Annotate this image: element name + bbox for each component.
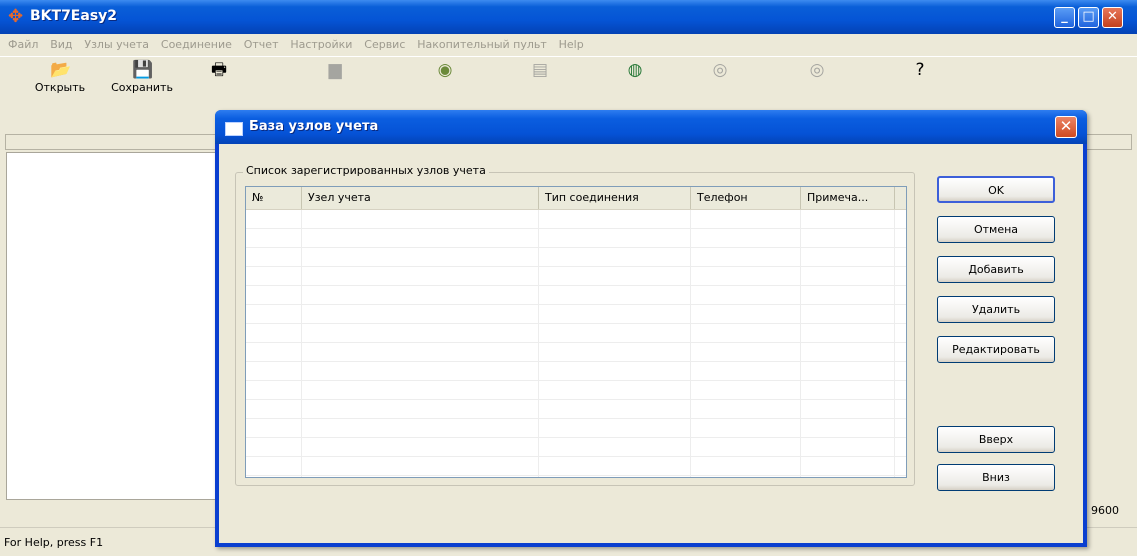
column-header-phone[interactable]: Телефон	[691, 187, 801, 209]
menu-item-file[interactable]: Файл	[8, 34, 38, 56]
report-icon: ▤	[531, 60, 549, 80]
edit-button[interactable]: Редактировать	[937, 336, 1055, 363]
left-pane	[6, 152, 220, 500]
floppy-disk-icon: 💾	[132, 60, 154, 80]
search-button[interactable]: ◍	[620, 61, 650, 79]
menu-item-help[interactable]: Help	[559, 34, 584, 56]
dialog-window-icon	[225, 122, 243, 136]
column-header-note[interactable]: Примеча...	[801, 187, 895, 209]
dialog-title: База узлов учета	[249, 119, 379, 134]
minimize-button[interactable]: _	[1054, 7, 1075, 28]
menu-item-view[interactable]: Вид	[50, 34, 72, 56]
column-header-connection-type[interactable]: Тип соединения	[539, 187, 691, 209]
add-button[interactable]: Добавить	[937, 256, 1055, 283]
app-logo-icon: ✥	[8, 6, 24, 27]
save-button-label: Сохранить	[111, 81, 173, 94]
delete-button[interactable]: Удалить	[937, 296, 1055, 323]
menu-item-report[interactable]: Отчет	[244, 34, 279, 56]
group-label: Список зарегистрированных узлов учета	[243, 164, 489, 177]
column-divider	[800, 210, 801, 477]
menu-bar: Файл Вид Узлы учета Соединение Отчет Нас…	[0, 34, 1137, 56]
list-header: № Узел учета Тип соединения Телефон Прим…	[246, 187, 906, 210]
open-button-label: Открыть	[34, 81, 86, 94]
dialog-close-button[interactable]: ✕	[1055, 116, 1077, 138]
menu-item-connection[interactable]: Соединение	[161, 34, 232, 56]
printer-icon: 🖶	[210, 60, 228, 80]
column-divider	[690, 210, 691, 477]
menu-item-service[interactable]: Сервис	[364, 34, 405, 56]
connect-icon: ◉	[437, 60, 453, 80]
window-title: BKT7Easy2	[30, 8, 118, 24]
stop-icon: ◎	[809, 60, 825, 80]
help-button[interactable]: ?	[905, 61, 935, 79]
report-button[interactable]: ▤	[525, 61, 555, 79]
help-icon: ?	[915, 60, 925, 80]
document-icon: ▆	[328, 60, 342, 80]
maximize-button[interactable]: □	[1078, 7, 1099, 28]
document-button[interactable]: ▆	[320, 61, 350, 79]
column-header-node[interactable]: Узел учета	[302, 187, 539, 209]
column-header-number[interactable]: №	[246, 187, 302, 209]
list-empty-rows	[246, 210, 906, 477]
stop-button-1[interactable]: ◎	[705, 61, 735, 79]
stop-button-2[interactable]: ◎	[802, 61, 832, 79]
nodes-list[interactable]: № Узел учета Тип соединения Телефон Прим…	[245, 186, 907, 478]
ok-button[interactable]: OK	[937, 176, 1055, 203]
status-help-text: For Help, press F1	[4, 536, 104, 549]
column-divider	[301, 210, 302, 477]
stop-icon: ◎	[712, 60, 728, 80]
move-up-button[interactable]: Вверх	[937, 426, 1055, 453]
folder-open-icon: 📂	[50, 60, 72, 80]
column-divider	[538, 210, 539, 477]
close-button[interactable]: ✕	[1102, 7, 1123, 28]
menu-item-nodes[interactable]: Узлы учета	[84, 34, 149, 56]
open-button[interactable]: 📂 Открыть	[30, 61, 90, 94]
column-divider	[894, 210, 895, 477]
globe-search-icon: ◍	[627, 60, 643, 80]
dialog-title-bar[interactable]: База узлов учета ✕	[215, 110, 1087, 144]
main-title-bar[interactable]: ✥ BKT7Easy2 _ □ ✕	[0, 0, 1137, 34]
menu-item-remote[interactable]: Накопительный пульт	[417, 34, 547, 56]
connect-button[interactable]: ◉	[430, 61, 460, 79]
dialog-body: Список зарегистрированных узлов учета № …	[219, 144, 1083, 543]
menu-item-settings[interactable]: Настройки	[290, 34, 352, 56]
move-down-button[interactable]: Вниз	[937, 464, 1055, 491]
nodes-database-dialog: База узлов учета ✕ Список зарегистрирова…	[215, 110, 1087, 547]
print-button[interactable]: 🖶	[204, 61, 234, 79]
cancel-button[interactable]: Отмена	[937, 216, 1055, 243]
app-window: ✥ BKT7Easy2 _ □ ✕ Файл Вид Узлы учета Со…	[0, 0, 1137, 556]
baud-rate: 9600	[1091, 504, 1119, 517]
save-button[interactable]: 💾 Сохранить	[100, 61, 184, 94]
